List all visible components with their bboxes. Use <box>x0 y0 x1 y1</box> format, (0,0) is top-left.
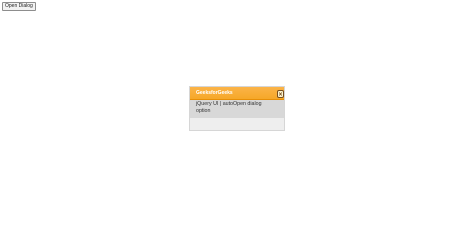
dialog: GeeksforGeeks jQuery UI | autoOpen dialo… <box>189 86 285 131</box>
dialog-close-button[interactable] <box>277 90 284 98</box>
dialog-button-pane <box>190 118 284 130</box>
dialog-content: jQuery UI | autoOpen dialog option <box>190 100 284 118</box>
dialog-title: GeeksforGeeks <box>196 90 233 96</box>
dialog-titlebar[interactable]: GeeksforGeeks <box>190 87 284 100</box>
dialog-message: jQuery UI | autoOpen dialog option <box>196 101 262 114</box>
open-dialog-button[interactable]: Open Dialog <box>2 2 36 11</box>
close-icon <box>278 92 283 96</box>
page: Open Dialog GeeksforGeeks jQuery UI | au… <box>0 0 474 215</box>
